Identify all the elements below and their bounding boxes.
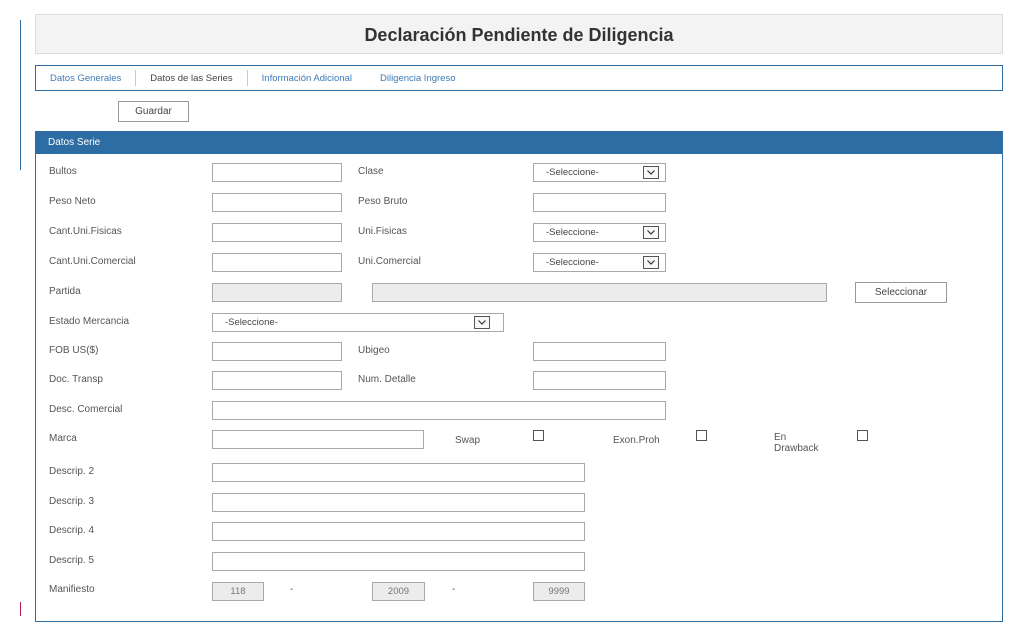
swap-label: Swap [455, 435, 481, 446]
descrip-5-input[interactable] [212, 552, 585, 571]
tab-informacion-adicional[interactable]: Información Adicional [248, 66, 366, 90]
uni-fisicas-select[interactable]: -Seleccione- [533, 223, 666, 242]
exon-proh-checkbox[interactable] [696, 430, 707, 441]
left-accent-mark [20, 602, 21, 616]
en-drawback-label-line2: Drawback [774, 443, 819, 454]
descrip-4-input[interactable] [212, 522, 585, 541]
partida-label: Partida [49, 286, 81, 297]
chevron-down-icon [643, 166, 659, 179]
exon-proh-label: Exon.Proh [613, 435, 660, 446]
peso-neto-label: Peso Neto [49, 196, 96, 207]
manifiesto-label: Manifiesto [49, 584, 95, 595]
uni-fisicas-label: Uni.Fisicas [358, 226, 407, 237]
tab-bar: Datos Generales Datos de las Series Info… [35, 65, 1003, 91]
chevron-down-icon [474, 316, 490, 329]
num-detalle-label: Num. Detalle [358, 374, 416, 385]
chevron-down-icon [643, 256, 659, 269]
descrip-3-input[interactable] [212, 493, 585, 512]
estado-mercancia-select-value: -Seleccione- [225, 317, 278, 328]
peso-bruto-input[interactable] [533, 193, 666, 212]
seleccionar-button[interactable]: Seleccionar [855, 282, 947, 303]
manifiesto-part2-input[interactable]: 2009 [372, 582, 425, 601]
en-drawback-checkbox[interactable] [857, 430, 868, 441]
left-accent-rule [20, 20, 21, 170]
page-title: Declaración Pendiente de Diligencia [35, 14, 1003, 54]
uni-comercial-select-value: -Seleccione- [546, 257, 599, 268]
uni-comercial-select[interactable]: -Seleccione- [533, 253, 666, 272]
uni-fisicas-select-value: -Seleccione- [546, 227, 599, 238]
en-drawback-label-line1: En [774, 432, 787, 443]
estado-mercancia-select[interactable]: -Seleccione- [212, 313, 504, 332]
uni-comercial-label: Uni.Comercial [358, 256, 421, 267]
cant-uni-comercial-input[interactable] [212, 253, 342, 272]
marca-label: Marca [49, 433, 77, 444]
clase-label: Clase [358, 166, 384, 177]
desc-comercial-label: Desc. Comercial [49, 404, 123, 415]
bultos-label: Bultos [49, 166, 77, 177]
num-detalle-input[interactable] [533, 371, 666, 390]
descrip-4-label: Descrip. 4 [49, 525, 95, 536]
manifiesto-part2-value: 2009 [387, 586, 410, 597]
marca-input[interactable] [212, 430, 424, 449]
tab-diligencia-ingreso[interactable]: Diligencia Ingreso [366, 66, 470, 90]
datos-serie-panel: Datos Serie [35, 131, 1003, 622]
doc-transp-input[interactable] [212, 371, 342, 390]
peso-neto-input[interactable] [212, 193, 342, 212]
manifiesto-part1-input[interactable]: 118 [212, 582, 264, 601]
tab-datos-series[interactable]: Datos de las Series [136, 66, 246, 90]
fob-input[interactable] [212, 342, 342, 361]
doc-transp-label: Doc. Transp [49, 374, 103, 385]
peso-bruto-label: Peso Bruto [358, 196, 408, 207]
ubigeo-label: Ubigeo [358, 345, 390, 356]
descrip-2-label: Descrip. 2 [49, 466, 95, 477]
clase-select-value: -Seleccione- [546, 167, 599, 178]
swap-checkbox[interactable] [533, 430, 544, 441]
panel-title: Datos Serie [36, 132, 1002, 154]
manifiesto-separator: - [290, 584, 294, 595]
descrip-2-input[interactable] [212, 463, 585, 482]
clase-select[interactable]: -Seleccione- [533, 163, 666, 182]
manifiesto-part3-input[interactable]: 9999 [533, 582, 585, 601]
descrip-5-label: Descrip. 5 [49, 555, 95, 566]
cant-uni-fisicas-input[interactable] [212, 223, 342, 242]
manifiesto-part3-value: 9999 [548, 586, 570, 597]
cant-uni-comercial-label: Cant.Uni.Comercial [49, 256, 136, 267]
bultos-input[interactable] [212, 163, 342, 182]
fob-label: FOB US($) [49, 345, 99, 356]
descrip-3-label: Descrip. 3 [49, 496, 95, 507]
tab-datos-generales[interactable]: Datos Generales [36, 66, 135, 90]
estado-mercancia-label: Estado Mercancia [49, 316, 130, 327]
chevron-down-icon [643, 226, 659, 239]
desc-comercial-input[interactable] [212, 401, 666, 420]
manifiesto-part1-value: 118 [230, 586, 246, 597]
cant-uni-fisicas-label: Cant.Uni.Fisicas [49, 226, 122, 237]
manifiesto-separator: - [452, 584, 456, 595]
ubigeo-input[interactable] [533, 342, 666, 361]
save-button[interactable]: Guardar [118, 101, 189, 122]
partida-code-input[interactable] [212, 283, 342, 302]
partida-description-input[interactable] [372, 283, 827, 302]
